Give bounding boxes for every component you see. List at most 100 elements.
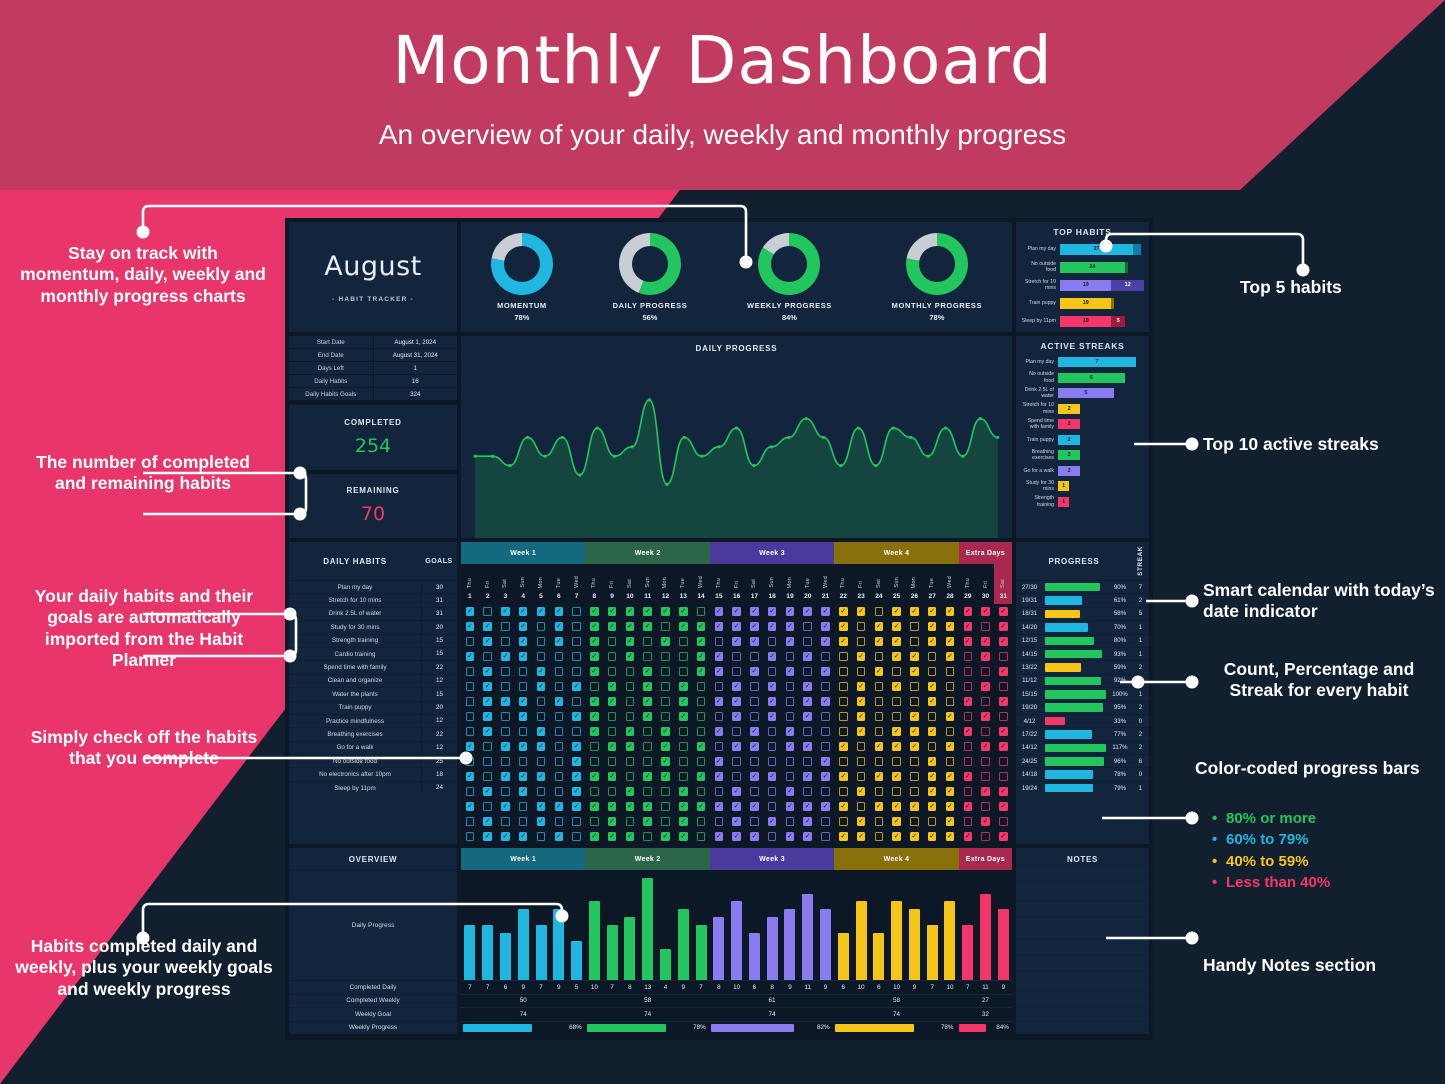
checkbox-empty-icon[interactable] [767, 637, 777, 646]
checkbox-empty-icon[interactable] [750, 817, 759, 826]
calendar-date[interactable]: 17 [746, 590, 764, 604]
checkbox-empty-icon[interactable] [696, 817, 706, 826]
habit-checkbox-cell[interactable] [870, 814, 888, 829]
habit-checkbox-cell[interactable] [550, 664, 568, 679]
habit-checkbox-cell[interactable]: ✓ [479, 829, 497, 844]
habit-checkbox-cell[interactable]: ✓ [959, 634, 977, 649]
checkbox-empty-icon[interactable] [501, 622, 510, 631]
checkbox-checked-icon[interactable]: ✓ [999, 727, 1008, 736]
habit-checkbox-cell[interactable]: ✓ [461, 649, 479, 664]
checkbox-empty-icon[interactable] [554, 817, 564, 826]
habit-checkbox-cell[interactable]: ✓ [621, 604, 639, 619]
checkbox-empty-icon[interactable] [945, 727, 955, 736]
checkbox-checked-icon[interactable]: ✓ [518, 652, 528, 661]
habit-checkbox-cell[interactable] [817, 739, 835, 754]
habit-checkbox-cell[interactable]: ✓ [639, 694, 657, 709]
checkbox-checked-icon[interactable]: ✓ [643, 667, 652, 676]
habit-checkbox-cell[interactable] [959, 664, 977, 679]
habit-checkbox-cell[interactable]: ✓ [977, 739, 995, 754]
habit-checkbox-cell[interactable]: ✓ [674, 799, 692, 814]
habit-checkbox-cell[interactable] [532, 649, 550, 664]
checkbox-empty-icon[interactable] [696, 682, 706, 691]
habit-checkbox-cell[interactable] [906, 754, 924, 769]
checkbox-empty-icon[interactable] [839, 727, 848, 736]
habit-checkbox-cell[interactable] [603, 724, 621, 739]
habit-checkbox-cell[interactable] [852, 739, 870, 754]
checkbox-empty-icon[interactable] [856, 757, 866, 766]
habit-checkbox-cell[interactable]: ✓ [728, 739, 746, 754]
habit-checkbox-cell[interactable] [674, 739, 692, 754]
calendar-date[interactable]: 23 [852, 590, 870, 604]
habit-checkbox-cell[interactable] [870, 724, 888, 739]
checkbox-checked-icon[interactable]: ✓ [856, 682, 866, 691]
checkbox-checked-icon[interactable]: ✓ [999, 802, 1008, 811]
habit-checkbox-cell[interactable]: ✓ [514, 829, 532, 844]
checkbox-empty-icon[interactable] [696, 712, 706, 721]
habit-checkbox-cell[interactable] [550, 739, 568, 754]
habit-checkbox-cell[interactable]: ✓ [710, 724, 728, 739]
checkbox-empty-icon[interactable] [590, 817, 599, 826]
checkbox-empty-icon[interactable] [927, 667, 937, 676]
habit-checkbox-cell[interactable]: ✓ [852, 604, 870, 619]
habit-checkbox-cell[interactable]: ✓ [834, 634, 852, 649]
checkbox-checked-icon[interactable]: ✓ [892, 817, 901, 826]
calendar-date[interactable]: 13 [674, 590, 692, 604]
checkbox-empty-icon[interactable] [679, 637, 688, 646]
checkbox-checked-icon[interactable]: ✓ [892, 652, 901, 661]
checkbox-checked-icon[interactable]: ✓ [803, 832, 812, 841]
checkbox-checked-icon[interactable]: ✓ [999, 832, 1008, 841]
habit-checkbox-cell[interactable] [497, 709, 515, 724]
habit-checkbox-cell[interactable] [710, 709, 728, 724]
habit-checkbox-cell[interactable]: ✓ [568, 754, 586, 769]
checkbox-empty-icon[interactable] [590, 757, 599, 766]
checkbox-checked-icon[interactable]: ✓ [518, 832, 528, 841]
checkbox-empty-icon[interactable] [874, 712, 884, 721]
habit-checkbox-cell[interactable]: ✓ [994, 724, 1012, 739]
checkbox-empty-icon[interactable] [963, 652, 973, 661]
habit-checkbox-cell[interactable] [603, 634, 621, 649]
habit-checkbox-cell[interactable] [888, 664, 906, 679]
habit-checkbox-cell[interactable] [550, 769, 568, 784]
habit-checkbox-cell[interactable] [692, 724, 710, 739]
checkbox-empty-icon[interactable] [679, 772, 688, 781]
habit-checkbox-cell[interactable] [834, 679, 852, 694]
checkbox-empty-icon[interactable] [839, 817, 848, 826]
checkbox-empty-icon[interactable] [643, 742, 652, 751]
checkbox-checked-icon[interactable]: ✓ [625, 742, 635, 751]
checkbox-checked-icon[interactable]: ✓ [821, 637, 830, 646]
habit-checkbox-cell[interactable]: ✓ [621, 829, 639, 844]
checkbox-empty-icon[interactable] [821, 742, 830, 751]
checkbox-empty-icon[interactable] [874, 817, 884, 826]
checkbox-empty-icon[interactable] [714, 712, 724, 721]
habit-checkbox-cell[interactable]: ✓ [479, 709, 497, 724]
checkbox-empty-icon[interactable] [554, 682, 564, 691]
habit-checkbox-cell[interactable] [852, 769, 870, 784]
habit-checkbox-cell[interactable] [870, 694, 888, 709]
checkbox-empty-icon[interactable] [536, 697, 546, 706]
habit-checkbox-cell[interactable] [728, 769, 746, 784]
habit-checkbox-cell[interactable] [532, 754, 550, 769]
habit-checkbox-cell[interactable]: ✓ [692, 649, 710, 664]
checkbox-checked-icon[interactable]: ✓ [999, 787, 1008, 796]
habit-checkbox-cell[interactable]: ✓ [479, 619, 497, 634]
habit-checkbox-cell[interactable] [621, 664, 639, 679]
checkbox-empty-icon[interactable] [714, 637, 724, 646]
checkbox-checked-icon[interactable]: ✓ [999, 742, 1008, 751]
checkbox-checked-icon[interactable]: ✓ [999, 697, 1008, 706]
habit-checkbox-cell[interactable]: ✓ [817, 799, 835, 814]
habit-checkbox-cell[interactable] [781, 694, 799, 709]
habit-checkbox-cell[interactable]: ✓ [728, 814, 746, 829]
habit-checkbox-cell[interactable] [834, 694, 852, 709]
habit-checkbox-cell[interactable] [621, 709, 639, 724]
checkbox-empty-icon[interactable] [785, 697, 795, 706]
checkbox-empty-icon[interactable] [465, 757, 475, 766]
habit-checkbox-cell[interactable] [763, 739, 781, 754]
checkbox-empty-icon[interactable] [750, 712, 759, 721]
checkbox-checked-icon[interactable]: ✓ [554, 697, 564, 706]
habit-checkbox-cell[interactable] [781, 679, 799, 694]
habit-checkbox-cell[interactable] [657, 709, 675, 724]
habit-checkbox-cell[interactable]: ✓ [941, 739, 959, 754]
habit-checkbox-cell[interactable]: ✓ [603, 769, 621, 784]
checkbox-checked-icon[interactable]: ✓ [874, 622, 884, 631]
habit-checkbox-cell[interactable] [959, 784, 977, 799]
